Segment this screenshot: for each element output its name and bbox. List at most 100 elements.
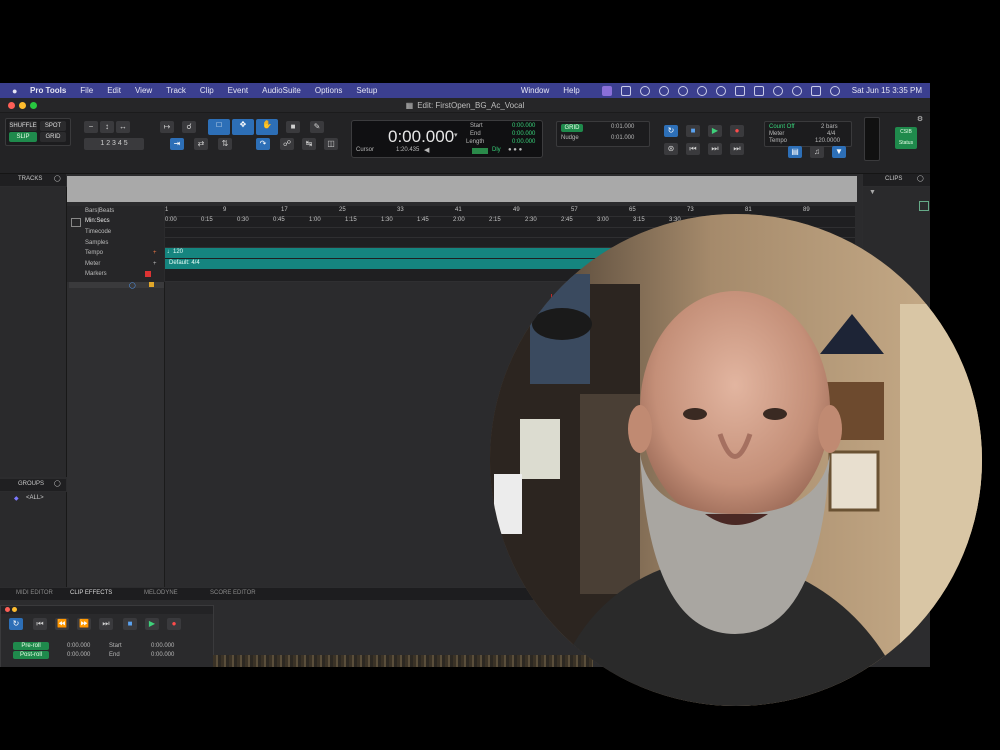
record-icon[interactable]: ● [730,125,744,137]
screen-record-icon[interactable] [601,85,612,96]
menu-clip[interactable]: Clip [200,86,214,95]
tab-score-editor[interactable]: SCORE EDITOR [210,590,256,596]
mirror-midi-icon[interactable]: ⇄ [194,138,208,150]
pre-roll-value[interactable]: 0:00.000 [67,643,90,649]
tempo-value[interactable]: 120.0000 [815,138,840,144]
tracks-list[interactable] [0,187,67,477]
link-timeline-icon[interactable]: ⇅ [218,138,232,150]
zoomer-tool-icon[interactable]: ☌ [182,121,196,133]
transport-end-icon[interactable]: ⏭ [99,618,113,630]
transport-rewind-icon[interactable]: ⏪ [55,618,69,630]
globe-icon[interactable] [658,85,669,96]
transport-play-icon[interactable]: ▶ [145,618,159,630]
nudge-value[interactable]: 0:01.000 [611,135,634,141]
zoom-window-icon[interactable] [30,102,37,109]
universe-view[interactable] [67,176,857,202]
play-circle-icon[interactable] [696,85,707,96]
ruler-timecode[interactable]: Timecode [85,229,111,235]
siri-icon[interactable] [829,85,840,96]
ruler-meter[interactable]: Meter [85,261,100,267]
track-color-icon[interactable] [149,282,154,287]
menu-setup[interactable]: Setup [356,86,377,95]
zoom-presets[interactable]: 1 2 3 4 5 [84,138,144,150]
menu-track[interactable]: Track [166,86,186,95]
main-counter[interactable]: 0:00.000 ▾ Start End Length 0:00.000 0:0… [351,120,543,158]
window-icon[interactable] [620,85,631,96]
ruler-samples[interactable]: Samples [85,240,108,246]
menu-window[interactable]: Window [521,86,549,95]
group-all-item[interactable]: <ALL> [26,495,44,501]
zoom-toggle-icon[interactable]: ↦ [160,121,174,133]
grid-value[interactable]: 0:01.000 [611,124,634,130]
transport-start-value[interactable]: 0:00.000 [151,643,174,649]
menu-audiosuite[interactable]: AudioSuite [262,86,301,95]
relative-grid-icon[interactable]: ◫ [324,138,338,150]
wifi-icon[interactable] [772,85,783,96]
battery-icon[interactable] [753,85,764,96]
close-window-icon[interactable] [8,102,15,109]
loop-icon[interactable]: ↻ [664,125,678,137]
tracks-options-icon[interactable]: ◯ [54,175,61,182]
menu-event[interactable]: Event [228,86,248,95]
hand-tool-icon[interactable]: ✋ [256,119,278,135]
slip-mode-button[interactable]: SLIP [9,132,37,142]
menu-help[interactable]: Help [563,86,579,95]
grabber-tool-icon[interactable]: ✥ [232,119,254,135]
clips-options-icon[interactable]: ◯ [917,175,924,182]
moon-icon[interactable] [677,85,688,96]
counter-dropdown-icon[interactable]: ▾ [454,131,458,139]
link-track-icon[interactable]: ☍ [280,138,294,150]
sync-status-button[interactable]: CSIB Status [895,127,917,149]
transport-return-icon[interactable]: ⏮ [33,618,47,630]
grid-icon[interactable] [734,85,745,96]
groups-options-icon[interactable]: ◯ [54,480,61,487]
color-wheel-icon[interactable] [639,85,650,96]
post-roll-button[interactable]: Post-roll [13,651,49,659]
menu-edit[interactable]: Edit [107,86,121,95]
shuffle-mode-button[interactable]: SHUFFLE [9,121,37,131]
menu-app-name[interactable]: Pro Tools [30,86,66,95]
ruler-bars-beats[interactable]: Bars|Beats [85,208,114,214]
conductor-icon[interactable]: ♫ [810,146,824,158]
scrubber-tool-icon[interactable]: ■ [286,121,300,133]
play-icon[interactable]: ▶ [708,125,722,137]
add-meter-icon[interactable]: + [153,261,157,267]
pencil-tool-icon[interactable]: ✎ [310,121,324,133]
length-value[interactable]: 0:00.000 [512,139,535,145]
insertion-follows-icon[interactable]: ↷ [256,138,270,150]
clips-filter-icon[interactable]: ▼ [869,189,876,196]
tempo-marker[interactable]: ♩120 [167,249,183,255]
zoom-horizontal-icon[interactable]: ↔ [116,121,130,133]
start-value[interactable]: 0:00.000 [512,123,535,129]
record-circle-icon[interactable] [715,85,726,96]
transport-loop-icon[interactable]: ↻ [9,618,23,630]
menu-file[interactable]: File [80,86,93,95]
rewind-icon[interactable]: ⏮ [686,143,700,155]
clips-thumbnail-icon[interactable] [919,201,929,211]
transport-stop-icon[interactable]: ■ [123,618,137,630]
zoom-vertical-icon[interactable]: ↕ [100,121,114,133]
groups-list[interactable]: ◆ <ALL> [0,492,67,587]
minimize-window-icon[interactable] [19,102,26,109]
ruler-markers[interactable]: Markers [85,271,107,277]
transport-end-value[interactable]: 0:00.000 [151,652,174,658]
meter-marker[interactable]: Default: 4/4 [169,260,200,266]
apple-icon[interactable]: ● [12,86,22,96]
zoom-out-icon[interactable]: − [84,121,98,133]
ruler-min-secs[interactable]: Min:Secs [85,218,110,224]
go-to-end-icon[interactable]: ⏭ [730,143,744,155]
dly-indicator[interactable] [472,148,488,154]
fast-forward-icon[interactable]: ⏭ [708,143,722,155]
post-roll-value[interactable]: 0:00.000 [67,652,90,658]
tab-midi-editor[interactable]: MIDI EDITOR [16,590,53,596]
track-headers-column[interactable]: ◯ [67,282,165,587]
pre-roll-button[interactable]: Pre-roll [13,642,49,650]
keyboard-focus-icon[interactable]: ↹ [302,138,316,150]
tab-melodyne[interactable]: MELODYNE [144,590,178,596]
ruler-tempo[interactable]: Tempo [85,250,103,256]
end-value[interactable]: 0:00.000 [512,131,535,137]
spot-mode-button[interactable]: SPOT [40,121,66,131]
track-options-icon[interactable]: ◯ [129,282,136,289]
transport-forward-icon[interactable]: ⏩ [77,618,91,630]
menu-view[interactable]: View [135,86,152,95]
